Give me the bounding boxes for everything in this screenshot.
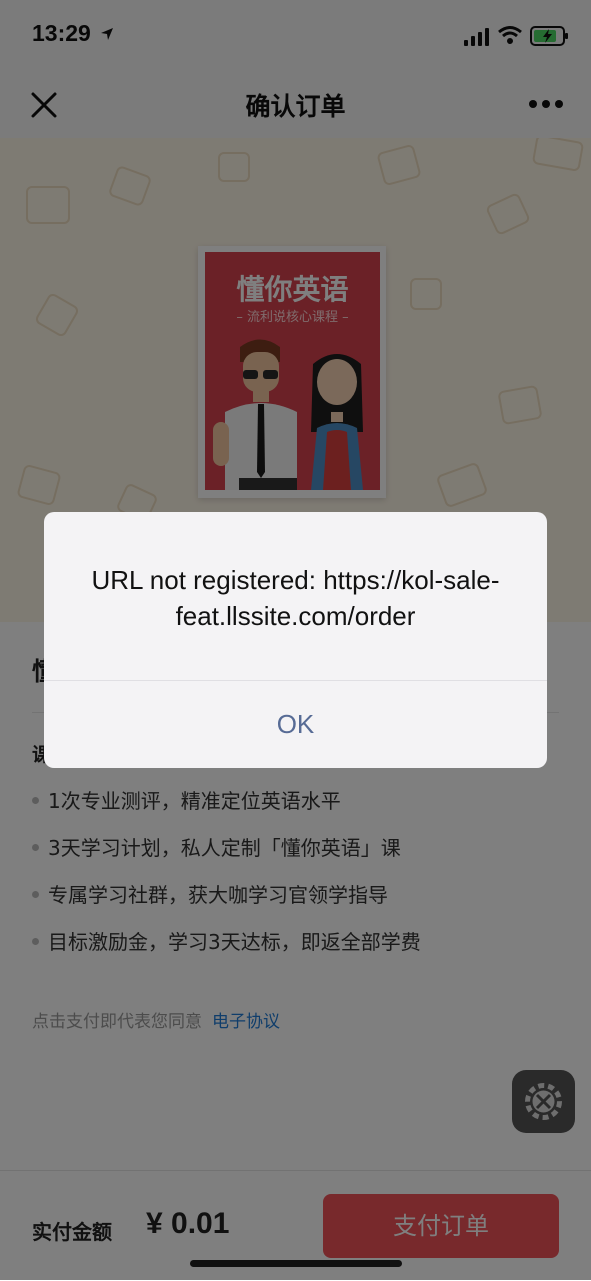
home-indicator[interactable] <box>190 1260 402 1267</box>
alert-dialog: URL not registered: https://kol-sale-fea… <box>44 512 547 768</box>
ok-button[interactable]: OK <box>44 681 547 768</box>
alert-message: URL not registered: https://kol-sale-fea… <box>91 565 500 631</box>
